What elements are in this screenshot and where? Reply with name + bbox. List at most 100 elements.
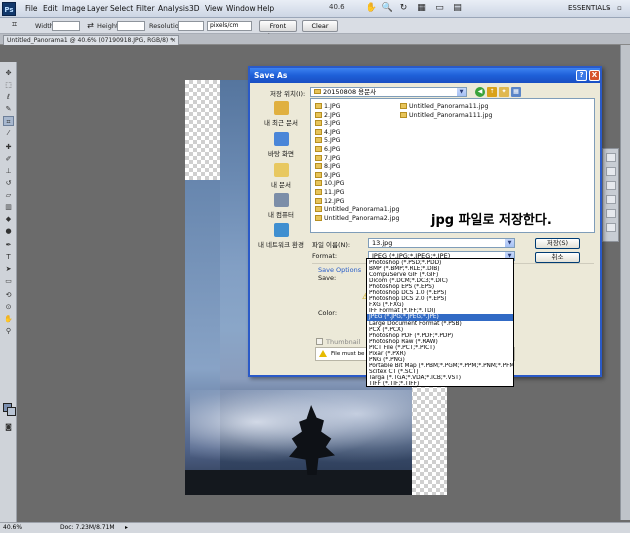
minimize-icon[interactable]: – [603, 3, 614, 13]
menu-image[interactable]: Image [62, 4, 86, 13]
menu-analysis[interactable]: Analysis [158, 4, 189, 13]
3d-rotate-tool-icon[interactable]: ⟲ [3, 290, 14, 300]
panel-dock-scroll[interactable] [620, 45, 630, 520]
file-item[interactable]: 5.JPG [315, 137, 341, 144]
grid-icon[interactable]: ▦ [415, 2, 428, 15]
path-select-tool-icon[interactable]: ➤ [3, 264, 14, 274]
menu-select[interactable]: Select [110, 4, 133, 13]
history-brush-icon[interactable]: ↺ [3, 178, 14, 188]
file-item[interactable]: 9.JPG [315, 171, 341, 179]
place-my-documents[interactable]: 내 문서 [253, 163, 309, 189]
file-item[interactable]: 4.JPG [315, 128, 341, 136]
file-item[interactable]: 2.JPG [315, 111, 341, 119]
menu-layer[interactable]: Layer [87, 4, 108, 13]
crop-tool-icon[interactable]: ⌗ [8, 19, 21, 32]
move-tool-icon[interactable]: ✥ [3, 68, 14, 78]
place-desktop[interactable]: 바탕 화면 [253, 132, 309, 158]
zoom-level[interactable]: 40.6 [329, 3, 345, 11]
zoom-icon[interactable]: 🔍 [381, 2, 394, 15]
menu-help[interactable]: Help [257, 4, 274, 13]
status-zoom[interactable]: 40.6% [3, 523, 22, 533]
view-menu-icon[interactable]: ▦ [511, 87, 521, 97]
swap-icon[interactable]: ⇄ [84, 19, 97, 32]
filename-input[interactable]: 13.jpg ▼ [368, 238, 515, 248]
width-input[interactable] [52, 21, 80, 31]
blur-tool-icon[interactable]: ◆ [3, 214, 14, 224]
dialog-title-bar[interactable]: Save As [250, 68, 600, 83]
thumbnail-checkbox[interactable] [316, 338, 323, 345]
hand-tool-icon[interactable]: ✋ [3, 314, 14, 324]
3d-orbit-tool-icon[interactable]: ⊙ [3, 302, 14, 312]
file-list[interactable]: 1.JPG 2.JPG 3.JPG 4.JPG 5.JPG 6.JPG 7.JPG 8.JPG… [310, 98, 595, 233]
menu-file[interactable]: File [25, 4, 38, 13]
zoom-tool-icon[interactable]: ⚲ [3, 326, 14, 336]
menu-edit[interactable]: Edit [43, 4, 58, 13]
shape-tool-icon[interactable]: ▭ [3, 276, 14, 286]
background-color-swatch[interactable] [7, 407, 16, 416]
close-tab-icon[interactable]: × [171, 36, 176, 45]
close-button[interactable]: X [589, 70, 600, 81]
place-my-computer[interactable]: 내 컴퓨터 [253, 193, 309, 219]
hand-icon[interactable]: ✋ [365, 2, 378, 15]
dodge-tool-icon[interactable]: ● [3, 226, 14, 236]
file-item[interactable]: Untitled_Panorama2.jpg [315, 214, 399, 222]
arrange-icon[interactable]: ▤ [451, 2, 464, 15]
file-item[interactable]: Untitled_Panorama111.jpg [400, 111, 492, 119]
restore-icon[interactable]: ▫ [614, 3, 625, 13]
resolution-unit-select[interactable]: pixels/cm [207, 21, 252, 31]
place-recent[interactable]: 내 최근 문서 [253, 101, 309, 127]
clear-button[interactable]: Clear [302, 20, 338, 32]
quick-select-tool-icon[interactable]: ✎ [3, 104, 14, 114]
menu-window[interactable]: Window [226, 4, 256, 13]
panel-icon[interactable] [606, 209, 616, 218]
stamp-tool-icon[interactable]: ⊥ [3, 166, 14, 176]
new-folder-icon[interactable]: ✦ [499, 87, 509, 97]
brush-tool-icon[interactable]: ✐ [3, 154, 14, 164]
healing-tool-icon[interactable]: ✚ [3, 142, 14, 152]
height-input[interactable] [117, 21, 145, 31]
file-item[interactable]: 10.JPG [315, 180, 345, 187]
panel-icon[interactable] [606, 167, 616, 176]
cancel-button[interactable]: 취소 [535, 252, 580, 263]
save-button[interactable]: 저장(S) [535, 238, 580, 249]
type-tool-icon[interactable]: T [3, 252, 14, 262]
up-folder-icon[interactable]: ↑ [487, 87, 497, 97]
panel-icon[interactable] [606, 153, 616, 162]
rotate-icon[interactable]: ↻ [397, 2, 410, 15]
front-image-button[interactable]: Front Image [259, 20, 297, 40]
crop-tool-icon[interactable]: ⌗ [3, 116, 14, 126]
back-icon[interactable]: ◀ [475, 87, 485, 97]
gradient-tool-icon[interactable]: ▥ [3, 202, 14, 212]
place-network[interactable]: 내 네트워크 환경 [253, 223, 309, 249]
marquee-tool-icon[interactable]: ⬚ [3, 80, 14, 90]
menu-3d[interactable]: 3D [189, 4, 200, 13]
file-item[interactable]: Untitled_Panorama1.jpg [315, 206, 399, 213]
document-tab[interactable]: Untitled_Panorama1 @ 40.6% (07190918.JPG… [3, 35, 179, 45]
file-item[interactable]: 8.JPG [315, 163, 341, 170]
resolution-input[interactable] [178, 21, 204, 31]
file-item[interactable]: 3.JPG [315, 120, 341, 127]
panel-icon[interactable] [606, 181, 616, 190]
format-option[interactable]: TIFF (*.TIF;*.TIFF) [367, 381, 513, 386]
lasso-tool-icon[interactable]: ℓ [3, 92, 14, 102]
menu-view[interactable]: View [205, 4, 223, 13]
eraser-tool-icon[interactable]: ▱ [3, 190, 14, 200]
chevron-down-icon[interactable]: ▼ [457, 88, 466, 96]
file-item[interactable]: 7.JPG [315, 154, 341, 162]
file-item[interactable]: 12.JPG [315, 197, 345, 205]
panel-icon[interactable] [606, 223, 616, 232]
eyedropper-tool-icon[interactable]: ⁄ [3, 128, 14, 138]
file-item[interactable]: 11.JPG [315, 189, 345, 196]
pen-tool-icon[interactable]: ✒ [3, 240, 14, 250]
chevron-down-icon[interactable]: ▼ [505, 239, 514, 247]
status-arrow-icon[interactable]: ▸ [125, 523, 128, 533]
help-button[interactable]: ? [576, 70, 587, 81]
file-item[interactable]: 6.JPG [315, 146, 341, 153]
quick-mask-icon[interactable]: ◙ [3, 422, 14, 432]
menu-filter[interactable]: Filter [136, 4, 155, 13]
file-item[interactable]: Untitled_Panorama11.jpg [400, 103, 488, 110]
panel-icon[interactable] [606, 195, 616, 204]
screen-mode-icon[interactable]: ▭ [433, 2, 446, 15]
file-item[interactable]: 1.JPG [315, 103, 341, 110]
save-in-select[interactable]: 20150808 용문사 ▼ [310, 87, 467, 97]
